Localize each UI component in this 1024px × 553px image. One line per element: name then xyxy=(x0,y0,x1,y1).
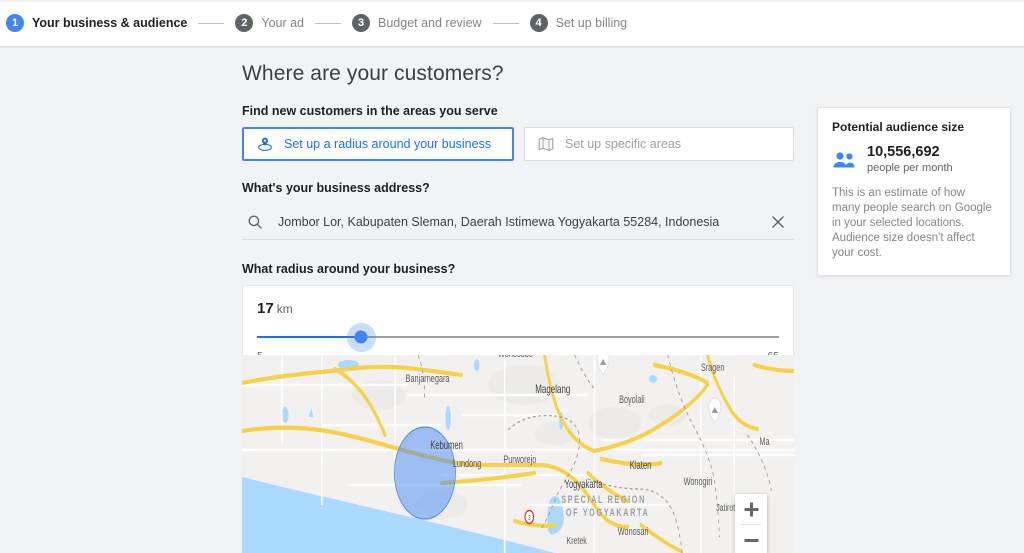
plus-icon xyxy=(744,502,758,516)
radius-question-label: What radius around your business? xyxy=(242,262,456,276)
stepper-step-4[interactable]: 4 Set up billing xyxy=(529,14,628,32)
step-label-1: Your business & audience xyxy=(32,16,188,30)
radius-pin-icon xyxy=(258,137,272,151)
stepper-connector-3 xyxy=(492,22,519,24)
progress-stepper: 1 Your business & audience 2 Your ad 3 B… xyxy=(0,0,1024,47)
radius-card: 17km 5 65 xyxy=(242,285,794,364)
map-label: Purworejo xyxy=(503,454,536,466)
map-label: Yogyakarta xyxy=(565,479,603,492)
audience-card-title: Potential audience size xyxy=(832,120,965,134)
folded-map-icon xyxy=(538,137,554,152)
close-icon[interactable] xyxy=(768,212,788,232)
step-label-2: Your ad xyxy=(261,16,305,30)
stepper-step-1[interactable]: 1 Your business & audience xyxy=(6,14,187,32)
people-icon xyxy=(833,151,855,167)
radius-value-display: 17 km xyxy=(257,300,779,317)
map-label: Kretek xyxy=(567,535,588,547)
choice-specific-areas[interactable]: Set up specific areas xyxy=(524,127,794,161)
choice-specific-areas-label: Set up specific areas xyxy=(565,137,682,151)
map-label: OF YOGYAKARTA xyxy=(566,507,650,519)
step-number-4: 4 xyxy=(529,14,548,32)
stepper-connector-1 xyxy=(198,22,225,24)
choice-radius-label: Set up a radius around your business xyxy=(284,137,492,151)
main-content: Where are your customers? Find new custo… xyxy=(242,62,794,364)
step-label-4: Set up billing xyxy=(555,16,628,30)
map-label: Wonosobo xyxy=(498,355,533,359)
radius-slider[interactable] xyxy=(257,326,779,348)
map-zoom-controls[interactable] xyxy=(735,494,767,553)
business-address-field[interactable]: Jombor Lor, Kabupaten Sleman, Daerah Ist… xyxy=(242,204,794,240)
map-canvas[interactable]: 3 WonosoboBanjarnegaraMagelangSragenBoyo… xyxy=(242,355,794,553)
stepper-connector-2 xyxy=(315,22,342,24)
audience-count: 10,556,692 xyxy=(867,144,940,160)
potential-audience-card: Potential audience size 10,556,692 peopl… xyxy=(817,107,1011,276)
step-number-1: 1 xyxy=(6,14,24,32)
minus-icon xyxy=(744,538,758,542)
map-zoom-in-button[interactable] xyxy=(735,494,767,524)
map-zoom-out-button[interactable] xyxy=(735,525,767,553)
map-label: Wonogiri xyxy=(684,476,713,488)
step-number-3: 3 xyxy=(352,14,371,32)
choice-radius-around-business[interactable]: Set up a radius around your business xyxy=(242,127,514,161)
location-method-choices: Set up a radius around your business Set… xyxy=(242,127,794,161)
stepper-step-3[interactable]: 3 Budget and review xyxy=(352,14,482,32)
audience-count-row: 10,556,692 people per month xyxy=(832,145,996,174)
map-label: Wonosari xyxy=(618,526,649,538)
find-customers-label: Find new customers in the areas you serv… xyxy=(242,104,498,118)
radius-unit: km xyxy=(276,302,293,316)
map-label: Kebumen xyxy=(430,440,463,453)
map-label: Banjarnegara xyxy=(406,373,451,385)
map-label: Klaten xyxy=(630,460,652,473)
map-label: SPECIAL REGION xyxy=(561,494,646,506)
location-map[interactable]: 3 WonosoboBanjarnegaraMagelangSragenBoyo… xyxy=(242,355,794,553)
radius-value-number: 17 xyxy=(257,300,274,317)
business-address-value[interactable]: Jombor Lor, Kabupaten Sleman, Daerah Ist… xyxy=(278,215,768,229)
address-label: What's your business address? xyxy=(242,181,430,195)
slider-thumb[interactable] xyxy=(354,330,368,344)
step-number-2: 2 xyxy=(235,14,254,32)
audience-count-sublabel: people per month xyxy=(867,162,953,174)
map-label: Boyolali xyxy=(619,394,645,406)
map-label: Lundong xyxy=(453,458,481,470)
audience-description: This is an estimate of how many people s… xyxy=(832,187,992,259)
map-label: Magelang xyxy=(535,384,570,397)
page-title: Where are your customers? xyxy=(242,62,504,85)
slider-fill xyxy=(257,336,362,338)
stepper-step-2[interactable]: 2 Your ad xyxy=(235,14,304,32)
map-label: Ma xyxy=(759,436,770,448)
map-label: Sragen xyxy=(701,362,725,374)
step-label-3: Budget and review xyxy=(378,16,482,30)
search-icon xyxy=(248,215,262,229)
